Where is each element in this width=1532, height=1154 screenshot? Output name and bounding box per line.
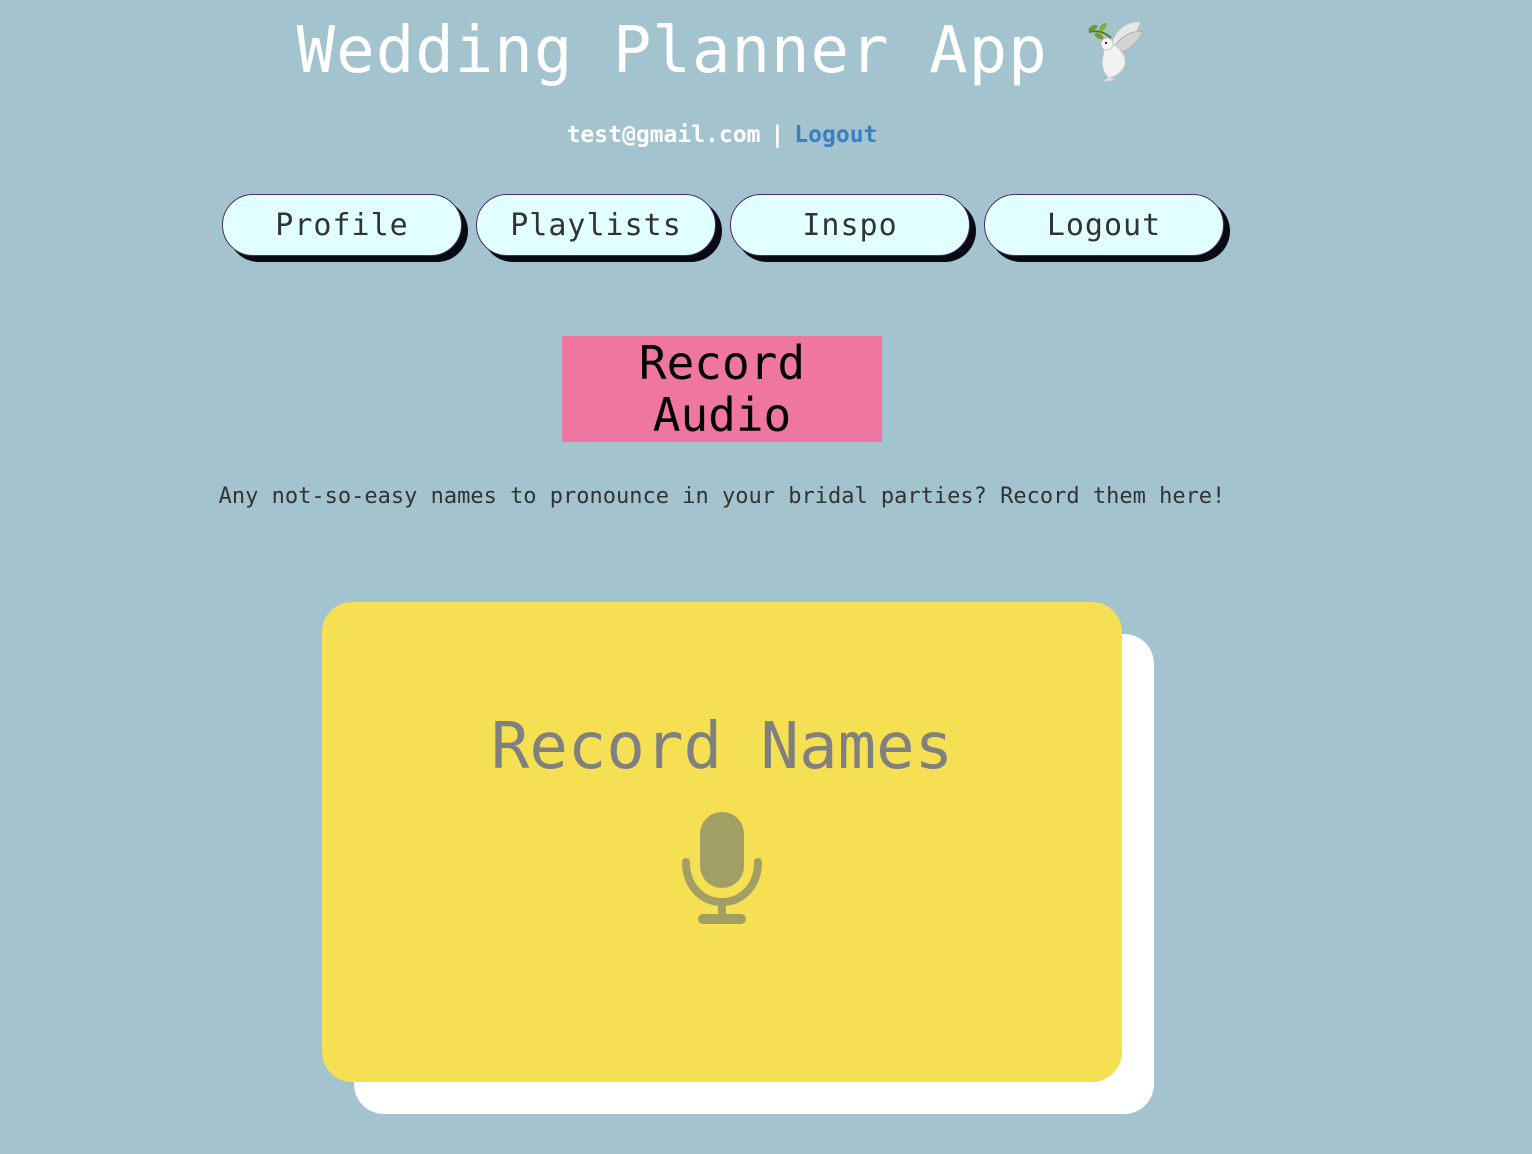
logout-link[interactable]: Logout	[794, 122, 877, 148]
record-audio-label: Record Audio	[638, 336, 806, 442]
record-names-card[interactable]: Record Names	[322, 602, 1122, 1082]
user-bar: test@gmail.com | Logout	[0, 122, 1444, 148]
user-separator: |	[770, 122, 785, 148]
app-title: Wedding Planner App	[296, 14, 1048, 88]
page-description: Any not-so-easy names to pronounce in yo…	[218, 484, 1226, 509]
header: Wedding Planner App	[0, 14, 1444, 88]
page: Wedding Planner App test@gmail.com | Log…	[0, 0, 1532, 1154]
record-audio-button[interactable]: Record Audio	[562, 336, 882, 442]
nav-inspo-button[interactable]: Inspo	[730, 194, 970, 256]
nav-logout-button[interactable]: Logout	[984, 194, 1224, 256]
dove-icon	[1081, 18, 1147, 84]
card-title: Record Names	[490, 710, 954, 784]
microphone-icon[interactable]	[682, 812, 762, 926]
nav-bar: Profile Playlists Inspo Logout	[222, 194, 1224, 256]
nav-playlists-button[interactable]: Playlists	[476, 194, 716, 256]
user-email: test@gmail.com	[566, 122, 761, 148]
nav-profile-button[interactable]: Profile	[222, 194, 462, 256]
